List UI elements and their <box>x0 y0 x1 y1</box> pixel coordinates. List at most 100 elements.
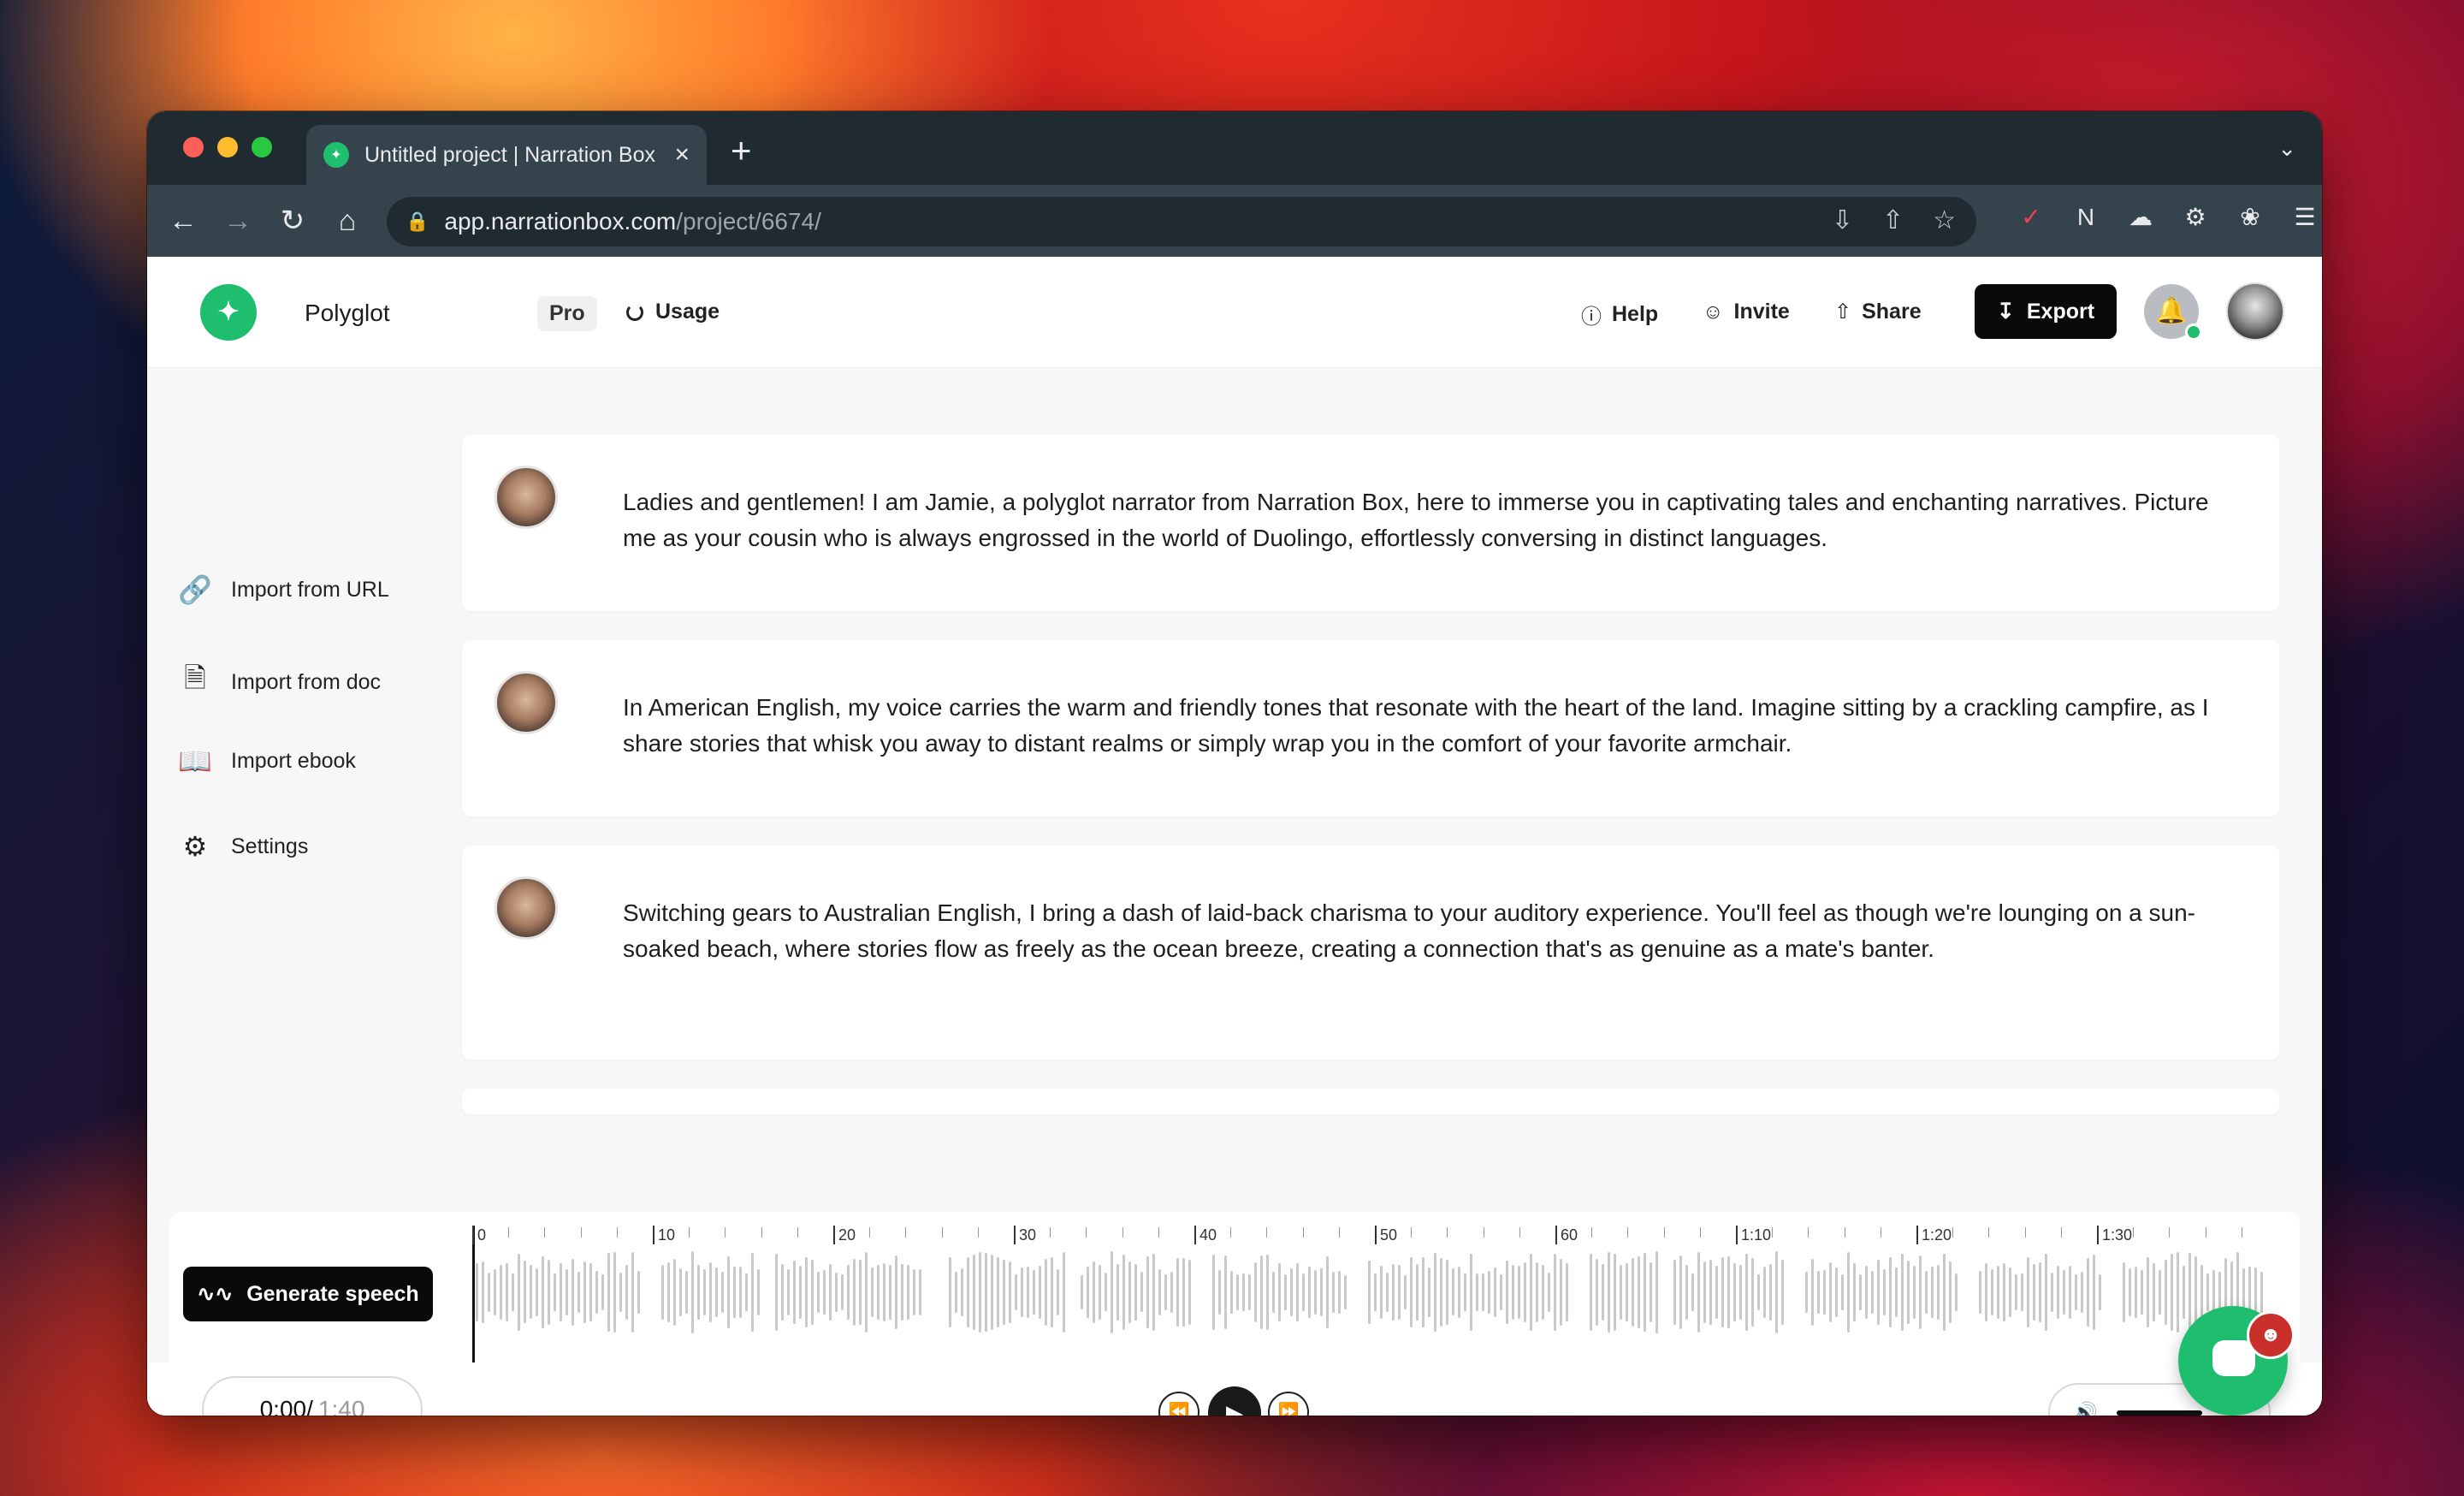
sidebar-item-label: Settings <box>231 834 309 858</box>
install-app-icon[interactable]: ⇩ <box>1832 205 1853 235</box>
waveform-bar <box>1230 1271 1233 1314</box>
close-tab-icon[interactable]: × <box>674 140 690 169</box>
narration-block[interactable]: In American English, my voice carries th… <box>462 640 2279 816</box>
waveform-bar <box>1033 1269 1035 1315</box>
browser-window: ✦ Untitled project | Narration Box × + ⌄… <box>147 111 2322 1416</box>
narrator-avatar[interactable] <box>495 466 558 529</box>
waveform-bar <box>1536 1262 1538 1322</box>
waveform-bar <box>1775 1251 1778 1333</box>
invite-label: Invite <box>1733 300 1790 324</box>
url-path: /project/6674/ <box>676 208 821 234</box>
address-bar[interactable]: 🔒 app.narrationbox.com/project/6674/ ⇩ ⇧… <box>387 197 1976 246</box>
waveform-bar <box>907 1264 909 1321</box>
waveform-bar <box>1494 1267 1496 1317</box>
playlist-extension-icon[interactable]: ☰ <box>2289 202 2320 233</box>
waveform-bar <box>2069 1266 2071 1319</box>
narration-box-logo-icon[interactable]: ✦ <box>200 284 257 341</box>
generate-speech-button[interactable]: ∿∿ Generate speech <box>183 1267 433 1321</box>
waveform-bar <box>1152 1253 1155 1332</box>
sidebar-item-settings[interactable]: ⚙ Settings <box>178 830 309 863</box>
close-window-button[interactable] <box>183 137 204 157</box>
waveform-bar <box>619 1272 622 1313</box>
usage-button[interactable]: Usage <box>626 300 720 324</box>
waveform-bar <box>1063 1252 1065 1333</box>
narration-block[interactable]: Ladies and gentlemen! I am Jamie, a poly… <box>462 435 2279 611</box>
waveform-bar <box>1650 1262 1652 1323</box>
minimize-window-button[interactable] <box>217 137 238 157</box>
narration-text[interactable]: In American English, my voice carries th… <box>623 690 2214 762</box>
waveform-bar <box>1272 1271 1275 1314</box>
ruler-tick-label: 1:20 <box>1916 1226 1952 1244</box>
leaf-extension-icon[interactable]: ❀ <box>2235 202 2266 233</box>
waveform-bar <box>1871 1270 1874 1315</box>
volume-slider[interactable] <box>2116 1410 2202 1416</box>
forward-arrow-icon[interactable]: → <box>219 202 257 240</box>
waveform-bar <box>1134 1263 1137 1321</box>
ruler-minor-tick <box>2060 1227 2062 1238</box>
waveform-bar <box>1913 1265 1916 1320</box>
waveform-bar <box>1763 1266 1766 1319</box>
browser-tab-active[interactable]: ✦ Untitled project | Narration Box × <box>306 125 707 185</box>
playhead[interactable] <box>472 1226 475 1362</box>
play-icon[interactable]: ▶ <box>1208 1386 1261 1416</box>
project-name[interactable]: Polyglot <box>305 300 390 327</box>
notion-extension-icon[interactable]: N <box>2070 202 2101 233</box>
chat-support-button[interactable]: ☻ <box>2178 1306 2295 1416</box>
waveform-track[interactable]: 0 10 20 30 40 50 60 1:10 1:20 1:30 <box>472 1212 2286 1373</box>
pocket-extension-icon[interactable]: ✓ <box>2016 202 2046 233</box>
waveform-bar <box>805 1256 808 1328</box>
waveform-bar <box>1518 1266 1520 1319</box>
waveform-bar <box>1140 1272 1143 1313</box>
export-button[interactable]: ↧ Export <box>1975 284 2117 339</box>
waveform-bar <box>1470 1254 1472 1331</box>
waveform-bar <box>1170 1271 1173 1314</box>
new-tab-icon[interactable]: + <box>731 130 752 171</box>
user-icon: ☺ <box>1703 300 1724 324</box>
waveform-bar <box>2200 1265 2203 1320</box>
waveform-bar <box>1817 1271 1820 1314</box>
waveform-bar <box>1679 1255 1682 1330</box>
fast-forward-icon[interactable]: ⏩ <box>1268 1392 1309 1416</box>
waveform-bar <box>1685 1264 1688 1321</box>
cloud-extension-icon[interactable]: ☁ <box>2125 202 2156 233</box>
zoom-window-button[interactable] <box>252 137 272 157</box>
waveform-bar <box>1925 1271 1928 1314</box>
narration-text[interactable]: Switching gears to Australian English, I… <box>623 895 2214 967</box>
ruler-minor-tick <box>1302 1227 1304 1238</box>
tab-search-chevron-icon[interactable]: ⌄ <box>2277 135 2296 162</box>
waveform-bar <box>1608 1251 1610 1333</box>
reload-icon[interactable]: ↻ <box>274 202 311 240</box>
ruler-minor-tick <box>761 1227 762 1238</box>
waveform-bar <box>919 1269 921 1315</box>
waveform-bar <box>1374 1273 1377 1312</box>
waveform-bar <box>2165 1260 2167 1325</box>
narration-block[interactable]: Switching gears to Australian English, I… <box>462 846 2279 1060</box>
sidebar-item-import-doc[interactable]: 🗎 Import from doc <box>178 659 381 705</box>
waveform-bar <box>476 1263 478 1321</box>
puzzle-extensions-icon[interactable]: ⚙ <box>2180 202 2211 233</box>
sidebar-item-import-ebook[interactable]: 📖 Import ebook <box>178 745 356 777</box>
share-page-icon[interactable]: ⇧ <box>1882 205 1904 235</box>
sidebar-item-import-url[interactable]: 🔗 Import from URL <box>178 573 389 606</box>
waveform-bar <box>1548 1272 1550 1313</box>
rewind-icon[interactable]: ⏪ <box>1158 1392 1199 1416</box>
ruler-minor-tick <box>869 1227 871 1238</box>
ruler-tick-label: 10 <box>653 1226 675 1244</box>
waveform-bar <box>1326 1256 1329 1329</box>
back-arrow-icon[interactable]: ← <box>164 202 202 240</box>
home-icon[interactable]: ⌂ <box>329 202 366 240</box>
waveform-bar <box>1081 1274 1083 1310</box>
narrator-avatar[interactable] <box>495 876 558 940</box>
waveform-bar <box>739 1267 742 1318</box>
waveform-bar <box>1087 1266 1089 1319</box>
invite-button[interactable]: ☺ Invite <box>1703 300 1790 324</box>
waveform-bar <box>685 1271 688 1314</box>
bookmark-star-icon[interactable]: ☆ <box>1933 205 1956 235</box>
share-button[interactable]: ⇧ Share <box>1834 300 1922 324</box>
waveform-bar <box>2171 1254 2173 1331</box>
narrator-avatar[interactable] <box>495 671 558 734</box>
user-avatar[interactable] <box>2226 282 2284 341</box>
waveform-bar <box>1757 1273 1760 1311</box>
help-button[interactable]: ⓘ Help <box>1581 300 1658 329</box>
narration-text[interactable]: Ladies and gentlemen! I am Jamie, a poly… <box>623 484 2214 556</box>
